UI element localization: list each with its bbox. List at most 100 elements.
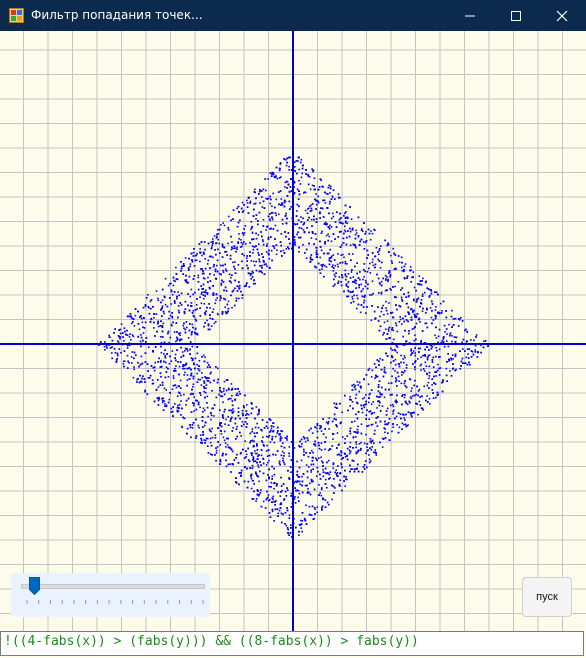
scatter-point	[250, 260, 253, 262]
scatter-point	[376, 273, 378, 276]
scatter-point	[279, 439, 282, 442]
close-button[interactable]	[539, 0, 585, 31]
minimize-button[interactable]	[447, 0, 493, 31]
scatter-point	[319, 427, 322, 429]
scatter-point	[369, 437, 372, 440]
scatter-point	[281, 223, 284, 225]
scatter-point	[211, 390, 213, 392]
scatter-point	[380, 284, 383, 287]
scatter-point	[251, 245, 254, 247]
scatter-point	[281, 450, 284, 453]
scatter-point	[268, 477, 270, 480]
scatter-point	[371, 258, 374, 261]
scatter-point	[333, 267, 335, 269]
scatter-point	[247, 413, 250, 416]
scatter-point	[114, 351, 117, 354]
scatter-point	[172, 375, 175, 377]
scatter-point	[344, 485, 346, 487]
scatter-point	[373, 228, 375, 231]
scatter-point	[349, 432, 352, 435]
scatter-point	[404, 419, 406, 421]
scatter-point	[269, 202, 271, 205]
scatter-point	[228, 273, 231, 276]
scatter-point	[422, 277, 424, 280]
scatter-point	[259, 461, 261, 463]
scatter-point	[276, 249, 278, 251]
scatter-point	[404, 315, 407, 317]
scatter-point	[334, 221, 337, 223]
scatter-point	[294, 170, 296, 172]
scatter-point	[225, 418, 227, 421]
scatter-point	[220, 224, 222, 226]
scatter-point	[204, 267, 207, 270]
scatter-point	[401, 422, 404, 425]
scatter-point	[451, 335, 453, 337]
scatter-point	[241, 421, 244, 423]
scatter-point	[197, 274, 200, 277]
scatter-point	[280, 485, 283, 487]
scatter-point	[215, 277, 217, 280]
scatter-point	[153, 369, 156, 372]
scatter-point	[255, 498, 258, 500]
scatter-point	[332, 438, 334, 440]
scatter-point	[361, 471, 364, 473]
scatter-point	[255, 406, 258, 408]
scatter-point	[204, 312, 206, 314]
maximize-button[interactable]	[493, 0, 539, 31]
scatter-point	[442, 338, 445, 340]
scatter-point	[379, 357, 382, 360]
scatter-point	[345, 243, 348, 246]
scatter-point	[216, 312, 219, 315]
scatter-point	[274, 206, 276, 209]
scatter-point	[412, 311, 414, 313]
scatter-point	[340, 462, 342, 465]
scatter-point	[363, 406, 366, 409]
scatter-point	[259, 265, 261, 267]
scatter-point	[220, 264, 222, 267]
scatter-point	[268, 485, 270, 488]
scatter-point	[367, 254, 369, 256]
scatter-point	[193, 396, 195, 398]
scatter-point	[226, 254, 228, 256]
scatter-point	[430, 316, 433, 319]
scatter-point	[350, 468, 352, 470]
scatter-point	[270, 481, 273, 484]
scatter-point	[148, 312, 151, 315]
scatter-point	[303, 222, 306, 224]
scatter-point	[370, 448, 373, 451]
scatter-point	[392, 413, 394, 415]
scatter-point	[404, 263, 407, 265]
scatter-point	[251, 464, 254, 467]
scatter-point	[304, 252, 306, 254]
scatter-point	[286, 157, 288, 160]
scatter-point	[266, 265, 268, 267]
scatter-point	[425, 312, 427, 314]
scatter-point	[325, 436, 327, 439]
scatter-point	[230, 248, 233, 251]
scatter-point	[212, 242, 214, 245]
scatter-point	[238, 297, 240, 300]
scatter-point	[420, 299, 423, 301]
scatter-point	[265, 263, 267, 265]
scatter-point	[276, 508, 279, 510]
scatter-point	[161, 307, 163, 309]
scatter-point	[383, 396, 386, 399]
scatter-point	[360, 441, 362, 444]
scatter-point	[311, 432, 314, 434]
scatter-point	[234, 261, 236, 263]
scatter-point	[358, 443, 361, 445]
scatter-point	[315, 457, 317, 460]
scatter-point	[114, 328, 116, 330]
scatter-point	[352, 253, 354, 255]
scatter-point	[255, 237, 258, 240]
scatter-point	[180, 394, 182, 397]
scatter-point	[304, 191, 307, 194]
scatter-point	[386, 423, 389, 426]
scatter-point	[288, 169, 290, 171]
scatter-point	[222, 271, 225, 274]
scatter-point	[199, 307, 201, 309]
scatter-point	[450, 315, 453, 318]
scatter-point	[163, 353, 165, 355]
scatter-point	[378, 248, 381, 250]
scatter-point	[200, 384, 203, 386]
